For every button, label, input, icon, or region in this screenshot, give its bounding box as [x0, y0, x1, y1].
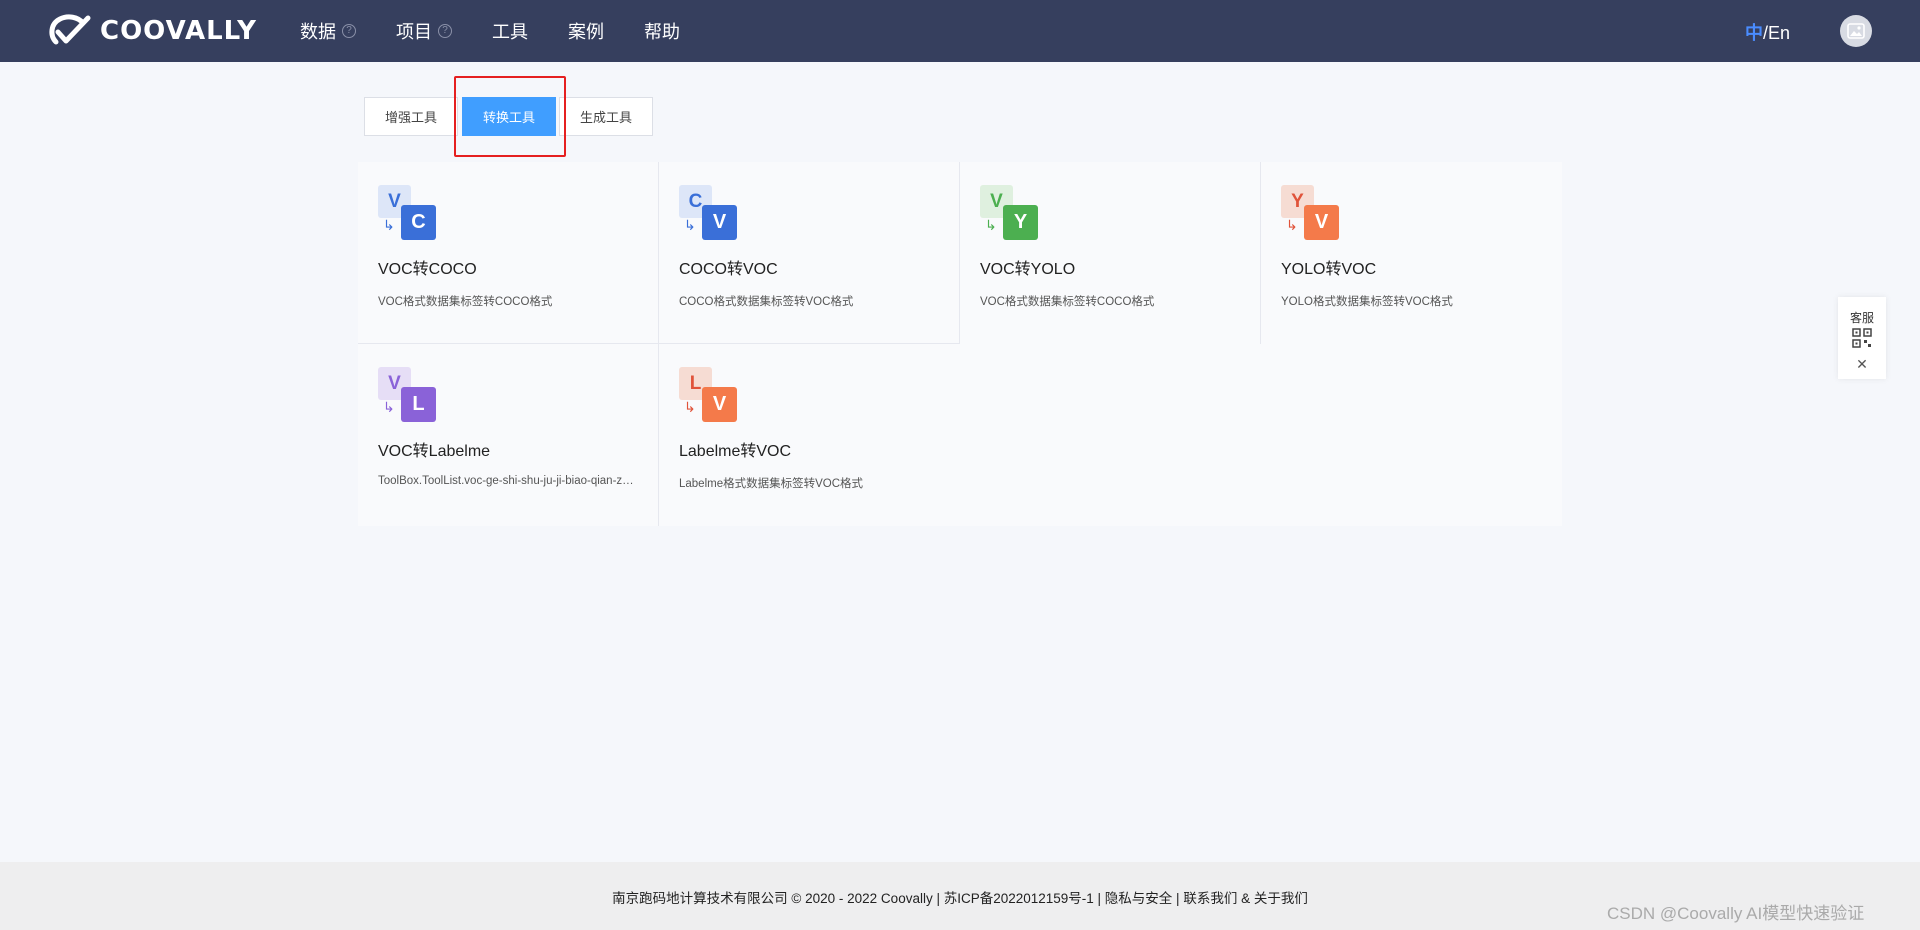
- target-format-badge: C: [401, 205, 436, 240]
- tool-title: COCO转VOC: [679, 261, 778, 278]
- nav-label: 数据: [300, 22, 336, 42]
- user-avatar[interactable]: [1840, 15, 1872, 47]
- target-format-badge: V: [702, 205, 737, 240]
- convert-arrow-icon: ↳: [684, 399, 696, 415]
- convert-arrow-icon: ↳: [383, 217, 395, 233]
- language-switch: 中/En: [1745, 19, 1790, 45]
- brand-logo[interactable]: COOVALLY: [46, 12, 257, 50]
- question-icon[interactable]: ?: [438, 24, 452, 38]
- nav-item-cases[interactable]: 案例: [568, 18, 604, 44]
- tool-title: VOC转Labelme: [378, 443, 491, 460]
- logo-mark-icon: [49, 14, 91, 45]
- tool-description: Labelme格式数据集标签转VOC格式: [679, 478, 864, 490]
- nav-item-help[interactable]: 帮助: [644, 18, 680, 44]
- tool-description: VOC格式数据集标签转COCO格式: [378, 296, 553, 308]
- convert-arrow-icon: ↳: [1286, 217, 1298, 233]
- top-nav-bar: COOVALLY 数据 ? 项目 ? 工具 案例 帮助 中/En: [0, 0, 1920, 62]
- customer-service-widget[interactable]: 客服 ✕: [1838, 297, 1886, 379]
- tool-icon: V C ↳: [378, 185, 438, 241]
- nav-item-tools[interactable]: 工具: [492, 18, 528, 44]
- target-format-badge: L: [401, 387, 436, 422]
- image-icon: [1847, 23, 1865, 39]
- tool-description: YOLO格式数据集标签转VOC格式: [1281, 296, 1453, 308]
- tool-icon: Y V ↳: [1281, 185, 1341, 241]
- nav-label: 工具: [492, 22, 528, 42]
- service-label: 客服: [1849, 311, 1874, 325]
- nav-label: 帮助: [644, 22, 680, 42]
- tool-card-labelme-to-voc[interactable]: L V ↳ Labelme转VOC Labelme格式数据集标签转VOC格式: [659, 344, 960, 526]
- tool-card-voc-to-coco[interactable]: V C ↳ VOC转COCO VOC格式数据集标签转COCO格式: [358, 162, 659, 344]
- tool-card-voc-to-yolo[interactable]: V Y ↳ VOC转YOLO VOC格式数据集标签转COCO格式: [960, 162, 1261, 344]
- tool-description: VOC格式数据集标签转COCO格式: [980, 296, 1155, 308]
- tab-generate-tools[interactable]: 生成工具: [559, 97, 654, 136]
- tool-card-coco-to-voc[interactable]: C V ↳ COCO转VOC COCO格式数据集标签转VOC格式: [659, 162, 960, 344]
- tool-title: Labelme转VOC: [679, 443, 792, 460]
- tool-description: ToolBox.ToolList.voc-ge-shi-shu-ju-ji-bi…: [378, 475, 638, 487]
- tool-title: VOC转COCO: [378, 261, 477, 278]
- nav-item-projects[interactable]: 项目 ?: [396, 18, 452, 44]
- nav-label: 案例: [568, 22, 604, 42]
- question-icon[interactable]: ?: [342, 24, 356, 38]
- tool-card-yolo-to-voc[interactable]: Y V ↳ YOLO转VOC YOLO格式数据集标签转VOC格式: [1261, 162, 1562, 344]
- main-nav: 数据 ? 项目 ? 工具 案例 帮助: [300, 0, 720, 62]
- lang-zh[interactable]: 中: [1745, 23, 1763, 43]
- convert-arrow-icon: ↳: [684, 217, 696, 233]
- nav-label: 项目: [396, 22, 432, 42]
- tool-title: YOLO转VOC: [1281, 261, 1377, 278]
- watermark: CSDN @Coovally AI模型快速验证: [1607, 904, 1865, 923]
- tool-grid: V C ↳ VOC转COCO VOC格式数据集标签转COCO格式 C V ↳ C…: [358, 162, 1562, 526]
- tab-augment-tools[interactable]: 增强工具: [364, 97, 459, 136]
- target-format-badge: Y: [1003, 205, 1038, 240]
- close-icon[interactable]: ✕: [1856, 356, 1868, 373]
- target-format-badge: V: [702, 387, 737, 422]
- target-format-badge: V: [1304, 205, 1339, 240]
- tool-icon: V Y ↳: [980, 185, 1040, 241]
- nav-item-data[interactable]: 数据 ?: [300, 18, 356, 44]
- tool-card-voc-to-labelme[interactable]: V L ↳ VOC转Labelme ToolBox.ToolList.voc-g…: [358, 344, 659, 526]
- tool-description: COCO格式数据集标签转VOC格式: [679, 296, 854, 308]
- qr-code-icon: [1852, 328, 1872, 348]
- lang-en[interactable]: En: [1768, 23, 1790, 43]
- tool-icon: C V ↳: [679, 185, 739, 241]
- highlight-annotation: [454, 76, 566, 157]
- tool-title: VOC转YOLO: [980, 261, 1076, 278]
- tool-icon: V L ↳: [378, 367, 438, 423]
- tool-icon: L V ↳: [679, 367, 739, 423]
- convert-arrow-icon: ↳: [985, 217, 997, 233]
- convert-arrow-icon: ↳: [383, 399, 395, 415]
- brand-name: COOVALLY: [100, 16, 257, 46]
